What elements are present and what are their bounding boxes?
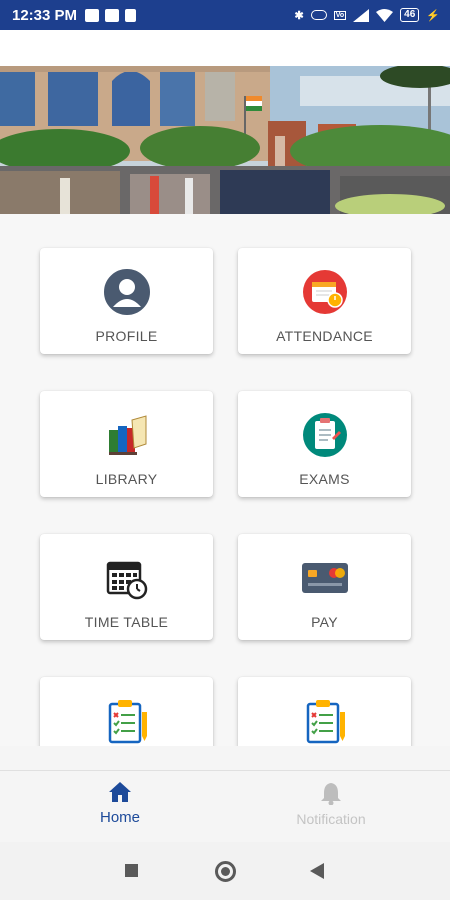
wifi-icon (376, 8, 394, 22)
attendance-icon (301, 268, 349, 316)
timetable-icon (103, 554, 151, 602)
menu-grid: PROFILE ATTENDANCE LIBRARY EXAMS TIME TA… (0, 214, 450, 746)
home-system-button[interactable] (215, 861, 236, 882)
system-navigation-bar (0, 842, 450, 900)
sim-icon (105, 8, 120, 22)
exams-tile[interactable]: EXAMS (238, 391, 411, 497)
delete-icon (125, 8, 137, 22)
nav-notification[interactable]: Notification (261, 781, 401, 827)
checklist-tile[interactable] (238, 677, 411, 746)
charging-icon: ⚡ (426, 9, 440, 22)
bell-icon (321, 783, 341, 805)
status-bar: 12:33 PM ✱ Vo 46 ⚡ (0, 0, 450, 30)
bluetooth-icon: ✱ (294, 9, 304, 22)
app-bar (0, 30, 450, 66)
library-icon (103, 411, 151, 459)
home-icon (109, 782, 131, 802)
status-time: 12:33 PM (12, 6, 78, 24)
profile-label: PROFILE (95, 328, 158, 344)
profile-tile[interactable]: PROFILE (40, 248, 213, 354)
exams-icon (301, 411, 349, 459)
recents-button[interactable] (125, 864, 138, 877)
vibrate-icon (310, 10, 327, 20)
checklist-tile[interactable] (40, 677, 213, 746)
signal-icon (353, 8, 370, 22)
profile-icon (103, 268, 151, 316)
library-label: LIBRARY (95, 471, 158, 487)
checklist-icon (301, 697, 349, 745)
nav-notification-label: Notification (296, 811, 366, 827)
pay-icon (301, 554, 349, 602)
pay-tile[interactable]: PAY (238, 534, 411, 640)
timetable-label: TIME TABLE (84, 614, 169, 630)
message-icon (85, 8, 100, 22)
bottom-navigation: Home Notification (0, 770, 450, 843)
nav-home[interactable]: Home (50, 781, 190, 826)
volte-icon: Vo (333, 10, 347, 20)
nav-home-label: Home (99, 809, 140, 826)
library-tile[interactable]: LIBRARY (40, 391, 213, 497)
back-button[interactable] (310, 863, 324, 879)
campus-banner-image (0, 66, 450, 214)
pay-label: PAY (311, 614, 338, 630)
attendance-label: ATTENDANCE (276, 328, 373, 344)
timetable-tile[interactable]: TIME TABLE (40, 534, 213, 640)
exams-label: EXAMS (299, 471, 350, 487)
attendance-tile[interactable]: ATTENDANCE (238, 248, 411, 354)
battery-icon: 46 (400, 8, 420, 22)
checklist-icon (103, 697, 151, 745)
